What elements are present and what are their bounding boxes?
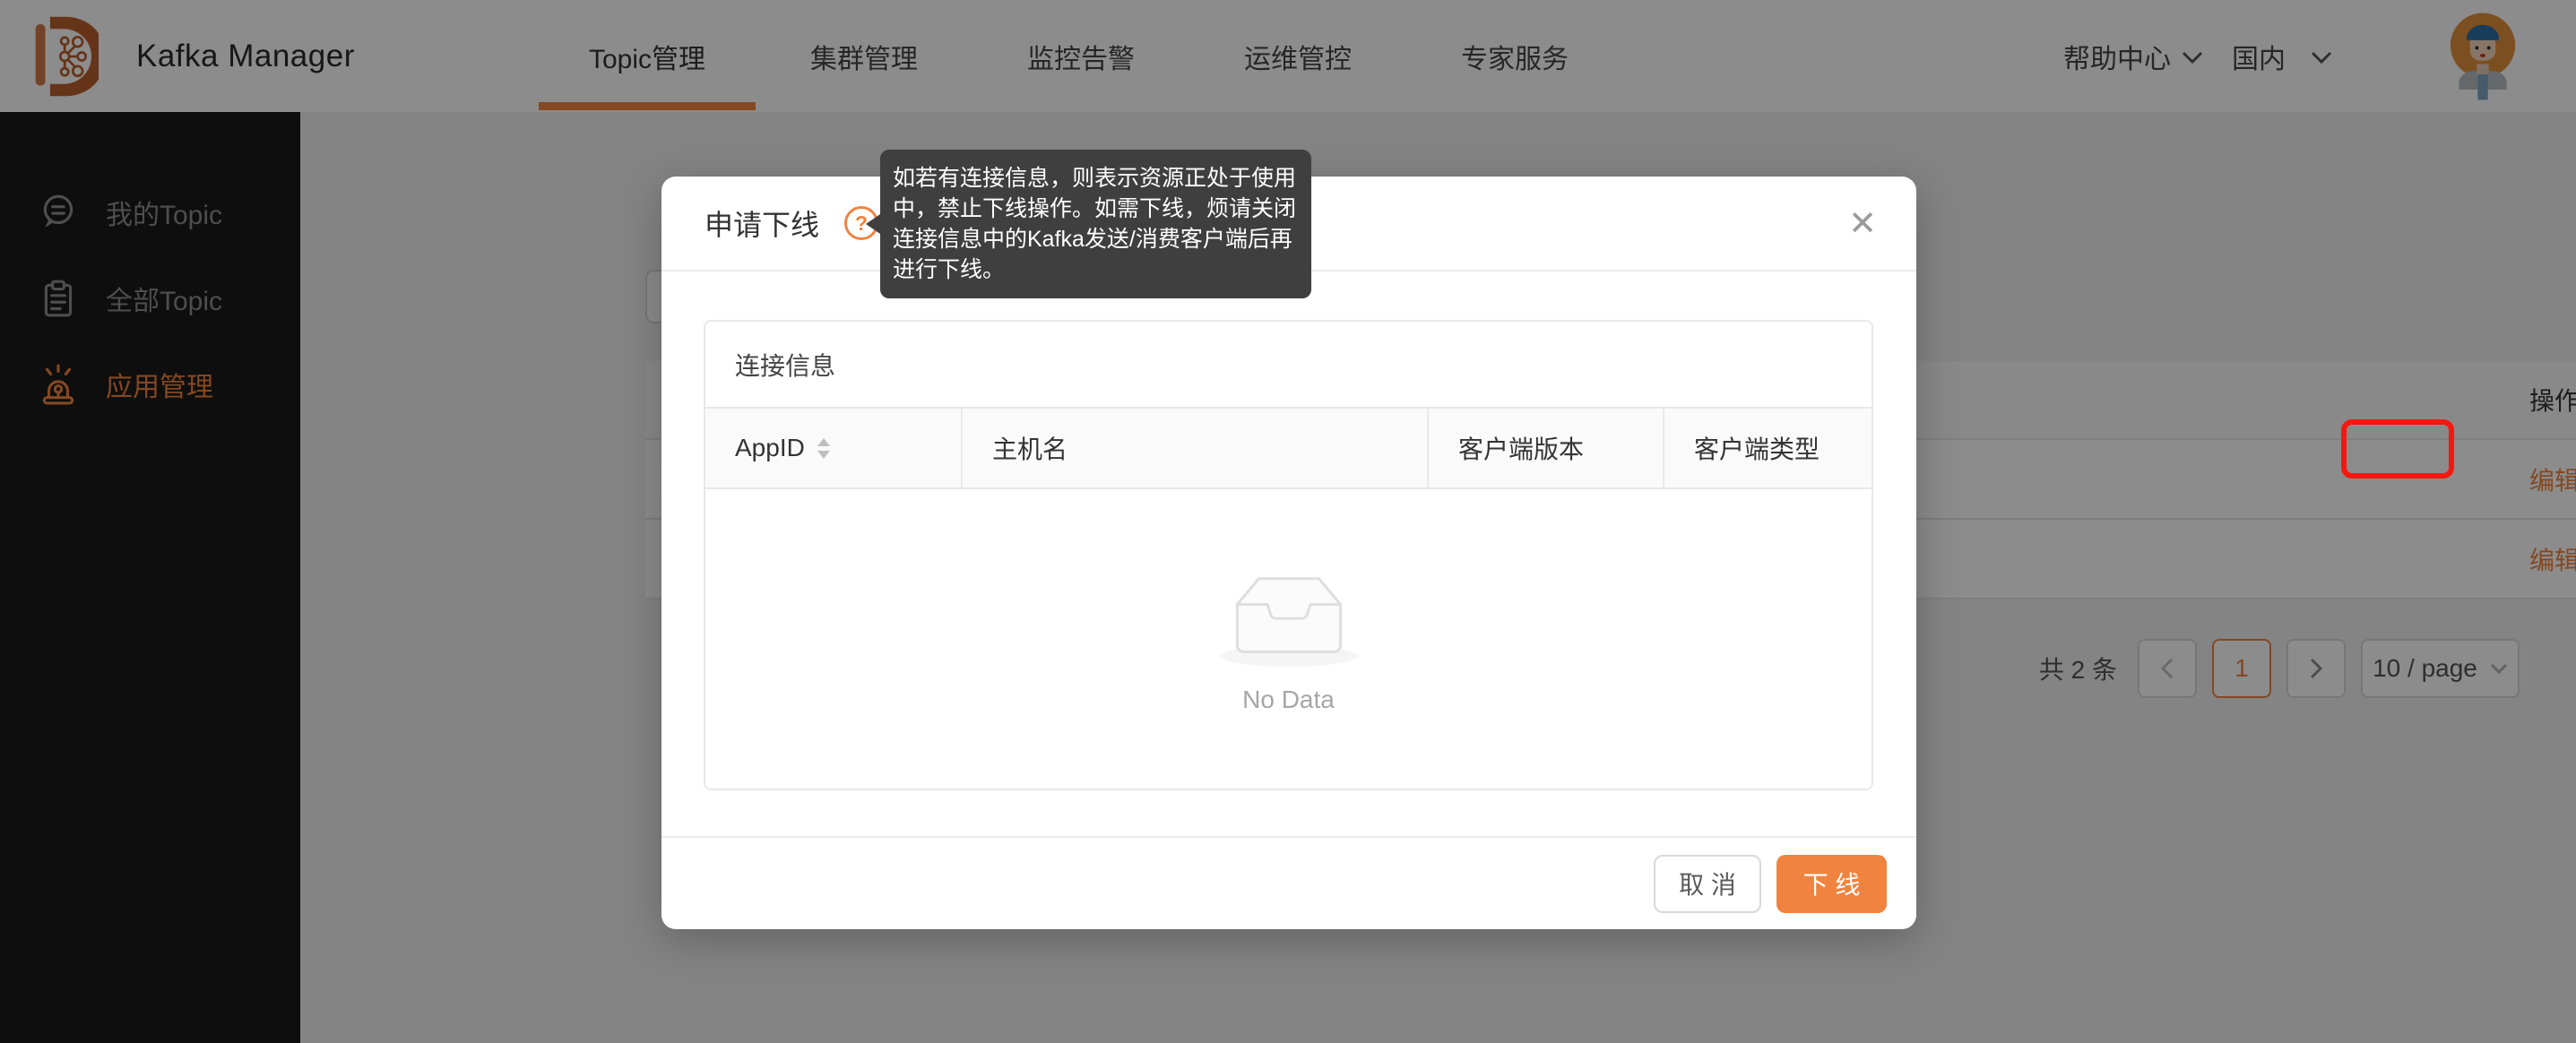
modal-title: 申请下线 (705, 203, 819, 244)
appid-column-header[interactable]: AppID (735, 434, 805, 462)
panel-title: 连接信息 (735, 347, 835, 383)
offline-confirm-button[interactable]: 下 线 (1776, 855, 1887, 913)
tooltip-text: 如若有连接信息，则表示资源正处于使用中，禁止下线操作。如需下线，烦请关闭连接信息… (893, 166, 1296, 282)
sort-carets-icon[interactable] (817, 438, 830, 459)
close-icon[interactable]: ✕ (1839, 200, 1886, 246)
no-data-label: No Data (1242, 685, 1335, 714)
highlight-annotation-box (2341, 419, 2454, 478)
kafka-manager-screen: 我的Topic 全部Topic 应用管理 (0, 0, 2576, 1043)
connection-info-panel: 连接信息 AppID 主机名 客户端版本 客户端类型 (704, 320, 1873, 790)
tooltip-arrow (866, 214, 880, 234)
hostname-column-header: 主机名 (992, 430, 1068, 466)
empty-box-icon (1203, 564, 1375, 671)
modal-footer: 取 消 下 线 (661, 836, 1916, 929)
connection-table-header: AppID 主机名 客户端版本 客户端类型 (705, 409, 1871, 489)
offline-help-tooltip: 如若有连接信息，则表示资源正处于使用中，禁止下线操作。如需下线，烦请关闭连接信息… (880, 150, 1311, 298)
empty-state: No Data (705, 489, 1871, 789)
panel-title-row: 连接信息 (705, 322, 1871, 409)
client-type-column-header: 客户端类型 (1694, 430, 1820, 466)
cancel-button[interactable]: 取 消 (1654, 855, 1761, 913)
client-version-column-header: 客户端版本 (1458, 430, 1584, 466)
